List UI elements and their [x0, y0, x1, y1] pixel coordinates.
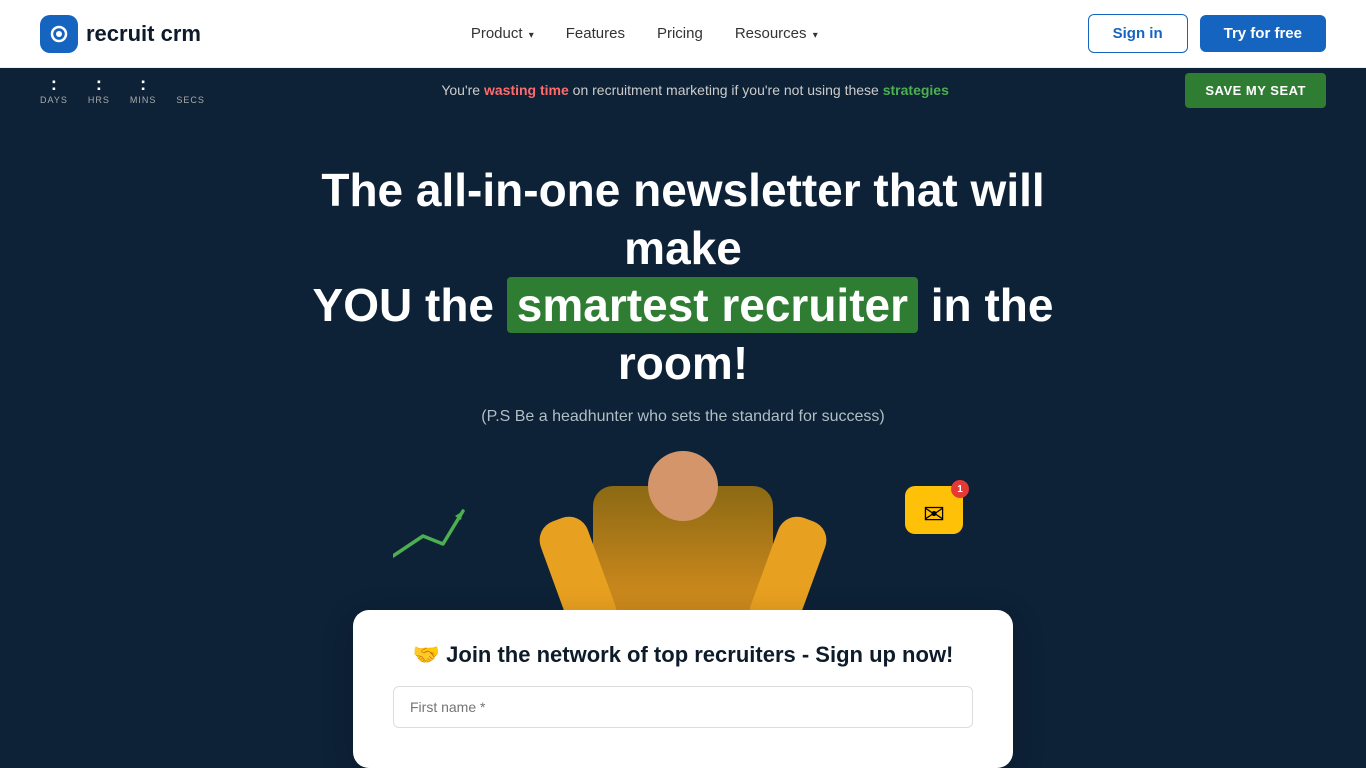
email-badge: 1 — [951, 480, 969, 498]
nav-item-pricing[interactable]: Pricing — [657, 25, 703, 43]
wasting-text: wasting time — [484, 82, 569, 98]
logo-text: recruit crm — [86, 21, 201, 47]
timer-secs: SECS — [176, 75, 205, 105]
tryfree-button[interactable]: Try for free — [1200, 15, 1326, 52]
hero-subtitle: (P.S Be a headhunter who sets the standa… — [481, 408, 885, 426]
logo-icon — [40, 15, 78, 53]
handshake-icon: 🤝 — [413, 642, 440, 667]
save-seat-button[interactable]: SAVE MY SEAT — [1185, 73, 1326, 108]
navbar-actions: Sign in Try for free — [1088, 14, 1326, 53]
first-name-input[interactable] — [393, 686, 973, 728]
hero-title: The all-in-one newsletter that will make… — [283, 162, 1083, 392]
timer-mins: : MINS — [130, 75, 157, 105]
person-head — [648, 451, 718, 521]
navbar: recruit crm Product ▾ Features Pricing R… — [0, 0, 1366, 68]
signin-button[interactable]: Sign in — [1088, 14, 1188, 53]
timer-section: : DAYS : HRS : MINS SECS — [40, 75, 205, 105]
nav-menu: Product ▾ Features Pricing Resources ▾ — [471, 25, 818, 43]
first-name-field-group — [393, 686, 973, 728]
nav-item-resources[interactable]: Resources ▾ — [735, 25, 818, 43]
timer-hrs: : HRS — [88, 75, 110, 105]
chevron-down-icon: ▾ — [813, 30, 818, 41]
signup-card-title: 🤝 Join the network of top recruiters - S… — [393, 642, 973, 668]
logo[interactable]: recruit crm — [40, 15, 201, 53]
nav-item-product[interactable]: Product ▾ — [471, 25, 534, 43]
timer-days: : DAYS — [40, 75, 68, 105]
nav-item-features[interactable]: Features — [566, 25, 625, 43]
hero-section: The all-in-one newsletter that will make… — [0, 112, 1366, 768]
strategies-text: strategies — [883, 82, 949, 98]
email-icon: ✉ 1 — [905, 486, 963, 534]
timer-message: You're wasting time on recruitment marke… — [205, 82, 1185, 98]
timer-bar: : DAYS : HRS : MINS SECS You're wasting … — [0, 68, 1366, 112]
signup-card: 🤝 Join the network of top recruiters - S… — [353, 610, 1013, 768]
chevron-down-icon: ▾ — [529, 30, 534, 41]
hero-highlight: smartest recruiter — [507, 277, 918, 333]
trend-chart-icon — [393, 506, 473, 566]
